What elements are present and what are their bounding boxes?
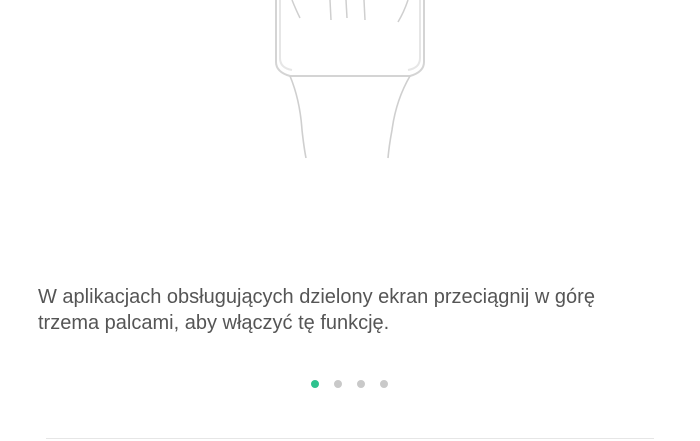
page-indicator bbox=[0, 380, 700, 390]
page-dot-3[interactable] bbox=[357, 380, 365, 388]
page-dot-1[interactable] bbox=[311, 380, 319, 388]
page-dot-4[interactable] bbox=[380, 380, 388, 388]
page-dot-2[interactable] bbox=[334, 380, 342, 388]
hand-swipe-up-icon bbox=[275, 0, 425, 159]
guide-description: W aplikacjach obsługujących dzielony ekr… bbox=[38, 286, 595, 334]
bottom-divider bbox=[46, 438, 654, 439]
